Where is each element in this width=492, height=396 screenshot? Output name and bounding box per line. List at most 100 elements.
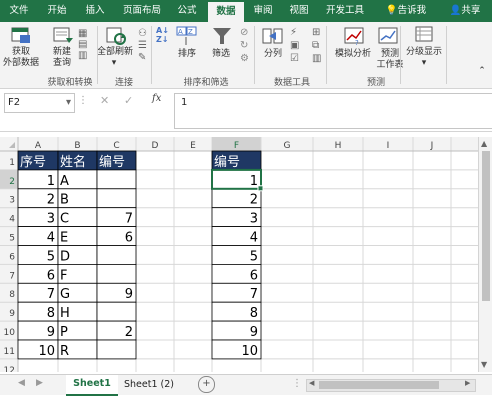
- cell-code[interactable]: 6: [125, 231, 133, 246]
- cell-code-right[interactable]: 7: [250, 287, 258, 302]
- sheet-tab-sheet1[interactable]: Sheet1: [66, 375, 118, 396]
- cell-seq[interactable]: 6: [47, 268, 55, 283]
- cell-name[interactable]: H: [60, 306, 70, 321]
- column-header-E[interactable]: E: [190, 141, 196, 151]
- cell-code[interactable]: 7: [125, 212, 133, 227]
- cell-name[interactable]: C: [60, 212, 69, 227]
- vertical-scrollbar[interactable]: ▲ ▼: [478, 137, 492, 372]
- cell-name[interactable]: D: [60, 249, 70, 264]
- cell-name[interactable]: P: [60, 325, 68, 340]
- scroll-left-icon[interactable]: ◀: [309, 379, 314, 387]
- column-header-C[interactable]: C: [113, 141, 119, 151]
- cell-seq[interactable]: 5: [47, 249, 55, 264]
- table-header-0[interactable]: 序号: [20, 155, 46, 170]
- tab-home[interactable]: 开始: [40, 0, 74, 22]
- tell-me-search[interactable]: 💡告诉我: [378, 0, 434, 22]
- share-button[interactable]: 👤共享: [442, 0, 488, 22]
- tab-developer[interactable]: 开发工具: [320, 0, 370, 22]
- row-header-11[interactable]: 11: [4, 347, 15, 357]
- scrollbar-thumb[interactable]: [482, 151, 490, 301]
- tab-review[interactable]: 审阅: [248, 0, 278, 22]
- cell-seq[interactable]: 7: [47, 287, 55, 302]
- table-cell[interactable]: [96, 301, 137, 322]
- tab-page-layout[interactable]: 页面布局: [116, 0, 168, 22]
- cell-code[interactable]: 2: [125, 325, 133, 340]
- text-to-columns-button[interactable]: 分列: [258, 49, 288, 60]
- row-header-2[interactable]: 2: [9, 177, 15, 187]
- cell-name[interactable]: A: [60, 174, 69, 189]
- row-header-12[interactable]: 12: [4, 366, 15, 372]
- scroll-right-icon[interactable]: ▶: [465, 379, 470, 387]
- row-header-9[interactable]: 9: [9, 309, 15, 319]
- tab-data[interactable]: 数据: [208, 2, 244, 22]
- column-header-H[interactable]: H: [335, 141, 342, 151]
- cell-seq[interactable]: 2: [47, 193, 55, 208]
- table-cell[interactable]: [96, 169, 137, 190]
- column-header-F[interactable]: F: [234, 141, 239, 151]
- cell-seq[interactable]: 4: [47, 231, 55, 246]
- cell-seq[interactable]: 3: [47, 212, 55, 227]
- scroll-up-icon[interactable]: ▲: [481, 139, 487, 148]
- cell-code-right[interactable]: 6: [250, 268, 258, 283]
- cell-code-right[interactable]: 10: [241, 344, 258, 359]
- fill-handle[interactable]: [257, 185, 264, 192]
- cell-seq[interactable]: 10: [38, 344, 55, 359]
- table-header-2[interactable]: 编号: [99, 155, 125, 170]
- chevron-down-icon[interactable]: ▾: [418, 58, 430, 69]
- table-cell[interactable]: [96, 245, 137, 265]
- tab-file[interactable]: 文件: [2, 0, 36, 22]
- what-if-analysis-button[interactable]: 模拟分析: [330, 49, 376, 60]
- cell-seq[interactable]: 8: [47, 306, 55, 321]
- chevron-down-icon[interactable]: ▾: [108, 58, 120, 69]
- column-header-I[interactable]: I: [387, 141, 390, 151]
- formula-input[interactable]: 1: [174, 93, 492, 129]
- insert-function-icon[interactable]: fx: [152, 93, 161, 104]
- cell-seq[interactable]: 1: [47, 174, 55, 189]
- column-header-A[interactable]: A: [35, 141, 42, 151]
- row-header-8[interactable]: 8: [9, 290, 15, 300]
- column-header-G[interactable]: G: [284, 141, 291, 151]
- cancel-icon[interactable]: ✕: [100, 94, 109, 107]
- tab-formulas[interactable]: 公式: [170, 0, 204, 22]
- name-box[interactable]: F2 ▾: [4, 93, 75, 113]
- cell-seq[interactable]: 9: [47, 325, 55, 340]
- sheet-tab-sheet1-2[interactable]: Sheet1 (2): [120, 375, 178, 394]
- add-sheet-icon[interactable]: +: [198, 376, 215, 393]
- row-header-5[interactable]: 5: [9, 234, 15, 244]
- cell-code-right[interactable]: 2: [250, 193, 258, 208]
- sheet-nav-right-icon[interactable]: ▶: [36, 378, 43, 388]
- cell-code-right[interactable]: 1: [250, 174, 258, 189]
- sheet-nav-left-icon[interactable]: ◀: [18, 378, 25, 388]
- row-header-1[interactable]: 1: [9, 158, 15, 168]
- row-header-7[interactable]: 7: [9, 271, 15, 281]
- sort-button[interactable]: 排序: [172, 49, 202, 60]
- scroll-down-icon[interactable]: ▼: [481, 360, 487, 369]
- new-query-button[interactable]: 新建 查询: [46, 47, 78, 69]
- get-external-data-button[interactable]: 获取 外部数据: [0, 47, 42, 69]
- row-header-6[interactable]: 6: [9, 252, 15, 262]
- cell-name[interactable]: F: [60, 268, 67, 283]
- table-cell[interactable]: [96, 339, 137, 360]
- cell-code-right[interactable]: 8: [250, 306, 258, 321]
- cell-name[interactable]: B: [60, 193, 69, 208]
- table-header-code-right[interactable]: 编号: [214, 155, 240, 170]
- collapse-ribbon-icon[interactable]: ⌃: [476, 66, 488, 77]
- cell-code[interactable]: 9: [125, 287, 133, 302]
- horizontal-scrollbar[interactable]: ◀ ▶: [306, 379, 476, 392]
- tab-insert[interactable]: 插入: [78, 0, 112, 22]
- worksheet-grid[interactable]: A B C D E F G H I J 1 2 3 4 5 6 7 8 9 10 11 12 序号 姓名 编号 1 A 2 B 3 C 7 4 E…: [0, 137, 478, 372]
- chevron-down-icon[interactable]: ▾: [66, 94, 71, 112]
- cell-code-right[interactable]: 3: [250, 212, 258, 227]
- cell-name[interactable]: G: [60, 287, 70, 302]
- cell-code-right[interactable]: 9: [250, 325, 258, 340]
- outline-button[interactable]: 分级显示: [402, 47, 446, 58]
- tab-view[interactable]: 视图: [282, 0, 316, 22]
- cell-grid[interactable]: A B C D E F G H I J123456789101112序号 姓名 编号1 A2 B3 C 74 E…: [0, 137, 478, 372]
- table-cell[interactable]: [96, 188, 137, 209]
- row-header-3[interactable]: 3: [9, 196, 15, 206]
- cell-code-right[interactable]: 4: [250, 231, 258, 246]
- table-cell[interactable]: [96, 264, 137, 284]
- cell-name[interactable]: E: [60, 231, 68, 246]
- column-header-B[interactable]: B: [74, 141, 80, 151]
- scrollbar-thumb[interactable]: [319, 381, 439, 389]
